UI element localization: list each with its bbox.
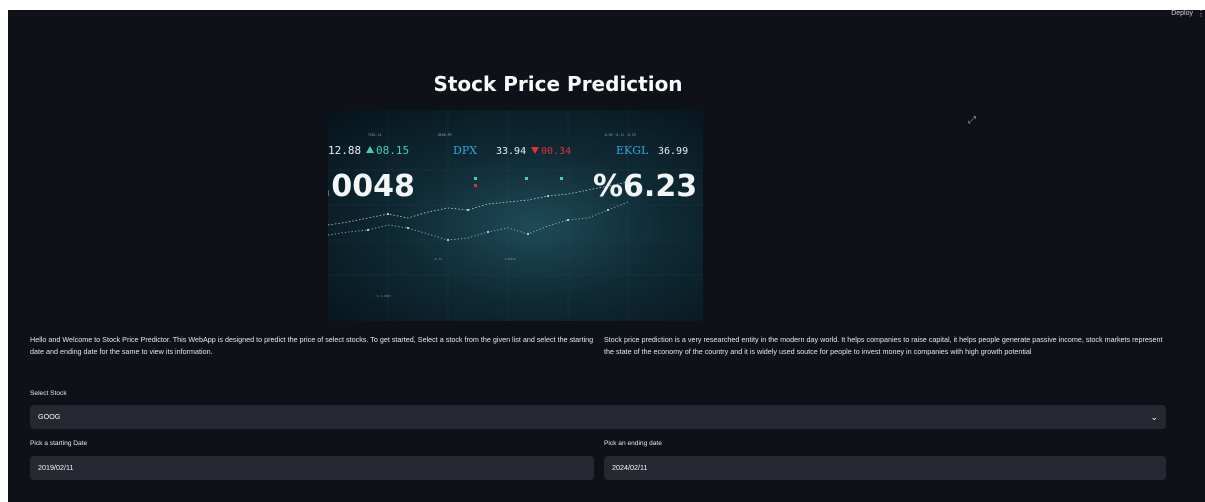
svg-text:TSRL.14: TSRL.14 xyxy=(368,133,382,137)
svg-text:-0.89 ·0.12 ·0.29: -0.89 ·0.12 ·0.29 xyxy=(603,133,636,137)
start-date-value: 2019/02/11 xyxy=(38,463,74,472)
deploy-button[interactable]: Deploy xyxy=(1171,10,1193,17)
page-title: Stock Price Prediction xyxy=(433,72,683,96)
ticker-1-value: 12.88 xyxy=(328,144,361,157)
ticker-1-change: 08.15 xyxy=(376,144,409,157)
ticker-2-symbol: DPX xyxy=(453,144,477,157)
svg-text:·8.72: ·8.72 xyxy=(433,257,442,261)
end-date-label: Pick an ending date xyxy=(604,440,662,447)
stock-ticker-illustration: TSRL.14 DEKB.PR -0.89 ·0.12 ·0.29 12.88 … xyxy=(328,110,703,321)
stock-select[interactable]: GOOG ⌄ xyxy=(30,405,1166,429)
big-number-right: %6.23 xyxy=(593,169,697,204)
stock-market-hero-image: TSRL.14 DEKB.PR -0.89 ·0.12 ·0.29 12.88 … xyxy=(328,110,703,321)
arrow-up-icon xyxy=(366,146,374,153)
start-date-input[interactable]: 2019/02/11 xyxy=(30,456,594,480)
end-date-input[interactable]: 2024/02/11 xyxy=(604,456,1166,480)
intro-text: Hello and Welcome to Stock Price Predict… xyxy=(30,335,594,356)
svg-text:·9.8836: ·9.8836 xyxy=(503,257,516,261)
about-text: Stock price prediction is a very researc… xyxy=(604,335,1163,356)
ticker-2-value: 33.94 xyxy=(496,146,526,157)
main-menu-icon[interactable]: ⋮ xyxy=(1197,10,1205,18)
end-date-value: 2024/02/11 xyxy=(612,463,648,472)
big-number-left: .0048 xyxy=(328,169,415,204)
start-date-label: Pick a starting Date xyxy=(30,440,88,447)
svg-text:· S.1.2097: · S.1.2097 xyxy=(373,294,391,298)
app-container: Deploy ⋮ Stock Price Prediction TSRL.14 … xyxy=(8,10,1205,502)
stock-select-label: Select Stock xyxy=(30,390,67,397)
ticker-3-value: 36.99 xyxy=(658,146,688,157)
stock-select-value: GOOG xyxy=(38,412,61,421)
svg-text:DEKB.PR: DEKB.PR xyxy=(438,133,452,137)
ticker-3-symbol: EKGL xyxy=(616,144,649,157)
arrow-down-icon xyxy=(531,147,539,154)
ticker-2-change: 00.34 xyxy=(541,146,571,157)
chevron-down-icon[interactable]: ⌄ xyxy=(1150,405,1158,429)
fullscreen-icon[interactable]: ⤢ xyxy=(965,114,979,128)
